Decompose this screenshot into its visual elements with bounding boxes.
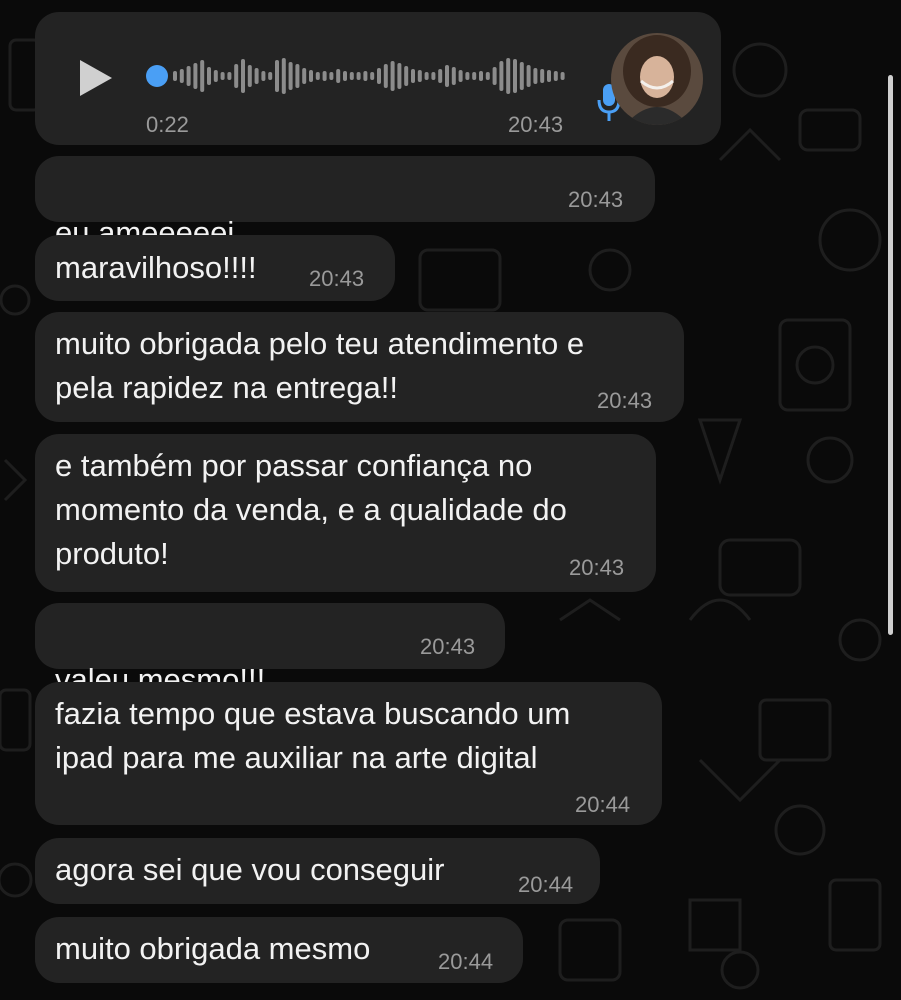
voice-timestamp: 20:43 [508,112,564,137]
message-timestamp: 20:44 [575,792,631,817]
message-bubble[interactable]: e também por passar confiança no momento… [35,434,656,592]
message-bubble[interactable]: eu ameeeeei 🥺💖💖💖💖💖 20:43 [35,156,655,295]
message-timestamp: 20:44 [518,872,574,897]
message-text: maravilhoso!!!! [55,250,257,285]
voice-waveform[interactable] [145,56,570,96]
scrollbar[interactable] [888,75,893,635]
message-timestamp: 20:43 [568,187,624,212]
message-bubble[interactable]: muito obrigada mesmo 20:44 [35,917,523,983]
message-text: muito obrigada mesmo [55,931,371,966]
message-timestamp: 20:43 [420,634,476,659]
play-icon[interactable] [80,60,112,96]
message-text: e também por passar confiança no momento… [55,448,567,571]
playhead-dot [146,65,168,87]
contact-avatar[interactable] [611,33,703,125]
message-text: fazia tempo que estava buscando um ipad … [55,696,571,775]
message-bubble[interactable]: maravilhoso!!!! 20:43 [35,235,395,301]
message-text: muito obrigada pelo teu atendimento e pe… [55,326,585,405]
message-bubble[interactable]: agora sei que vou conseguir 20:44 [35,838,600,904]
chat-window[interactable]: 0:22 20:43 eu ameeeeei 🥺💖💖💖💖💖 20:43 mara… [0,0,901,1000]
voice-duration: 0:22 [146,112,189,137]
message-text: agora sei que vou conseguir [55,852,445,887]
message-timestamp: 20:43 [597,388,653,413]
message-bubble[interactable]: fazia tempo que estava buscando um ipad … [35,682,662,825]
message-timestamp: 20:43 [569,555,625,580]
message-bubble[interactable]: valeu mesmo!!! 🙏🙌 20:43 [35,603,505,742]
message-timestamp: 20:44 [438,949,494,974]
message-timestamp: 20:43 [309,266,365,291]
message-bubble[interactable]: muito obrigada pelo teu atendimento e pe… [35,312,684,422]
